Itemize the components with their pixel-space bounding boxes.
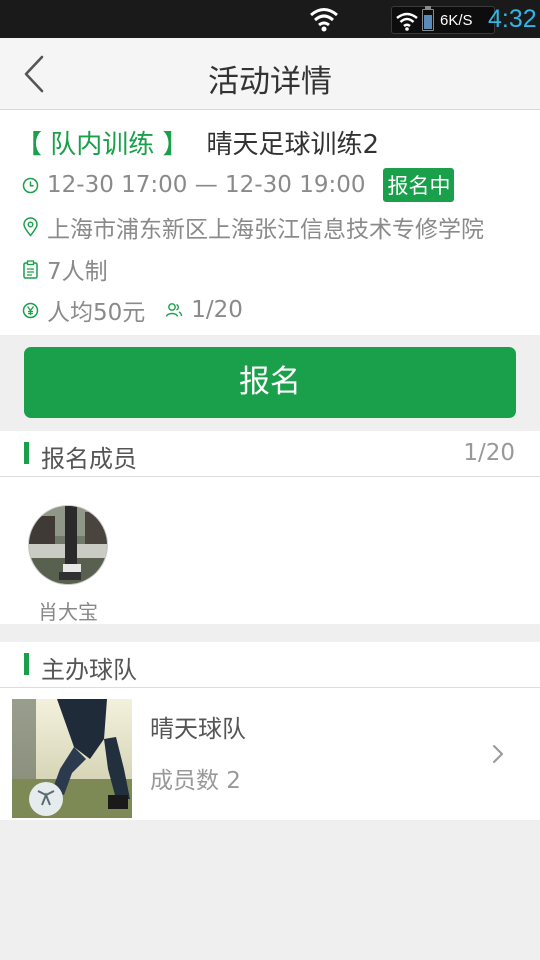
section-accent-bar (24, 442, 29, 464)
member-item[interactable]: 肖大宝 (28, 505, 108, 624)
members-section-header: 报名成员 1/20 (0, 431, 540, 477)
status-time: 4:32 (488, 5, 537, 33)
organizer-section-header: 主办球队 (0, 642, 540, 688)
section-accent-bar (24, 653, 29, 675)
header-bar: 活动详情 (0, 38, 540, 110)
event-location-row: 上海市浦东新区上海张江信息技术专修学院 (22, 210, 484, 244)
people-icon (166, 303, 183, 317)
event-time: 12-30 17:00 — 12-30 19:00 (47, 172, 366, 198)
event-title-row: 【 队内训练 】晴天足球训练2 (16, 124, 379, 161)
member-name: 肖大宝 (38, 600, 98, 624)
signup-count: 1/20 (191, 297, 243, 323)
team-name: 晴天球队 (150, 715, 246, 743)
members-list: 肖大宝 (0, 477, 540, 624)
wifi-small-icon (396, 12, 418, 31)
clock-icon (22, 177, 39, 193)
battery-icon (422, 6, 434, 31)
yen-icon (22, 302, 39, 318)
members-count: 1/20 (463, 440, 515, 466)
signup-count-inline: 1/20 (165, 297, 243, 323)
members-section-title: 报名成员 (41, 445, 137, 473)
event-name: 晴天足球训练2 (206, 130, 380, 160)
team-member-count: 成员数 2 (150, 768, 241, 794)
event-price: 人均50元 (47, 300, 146, 326)
event-time-row: 12-30 17:00 — 12-30 19:00 报名中 (22, 168, 455, 202)
network-speed: 6K/S (440, 12, 473, 29)
page-title: 活动详情 (208, 64, 332, 100)
clipboard-icon (23, 259, 38, 279)
status-bar: 6K/S 4:32 (0, 0, 540, 38)
organizer-section-title: 主办球队 (41, 656, 137, 684)
event-type-tag: 【 队内训练 】 (16, 130, 189, 160)
signup-button[interactable]: 报名 (24, 347, 516, 418)
event-info-card: 【 队内训练 】晴天足球训练2 12-30 17:00 — 12-30 19:0… (0, 110, 540, 335)
event-format: 7人制 (47, 259, 108, 285)
location-pin-icon (23, 217, 38, 237)
avatar (28, 505, 108, 585)
team-image (12, 699, 132, 818)
chevron-right-icon (493, 745, 503, 763)
event-price-row: 人均50元 1/20 (22, 293, 243, 327)
organizer-team-row[interactable]: 晴天球队 成员数 2 (0, 688, 540, 820)
wifi-icon (310, 8, 338, 32)
event-format-row: 7人制 (22, 252, 108, 286)
status-badge: 报名中 (383, 168, 455, 202)
event-location: 上海市浦东新区上海张江信息技术专修学院 (47, 217, 484, 243)
